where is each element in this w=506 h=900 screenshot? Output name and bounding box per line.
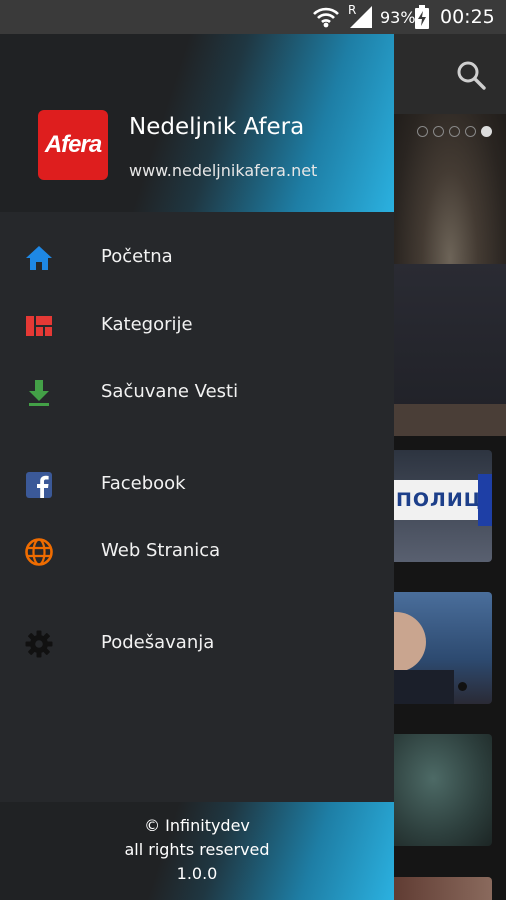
drawer-website-url: www.nedeljnikafera.net [129, 161, 318, 180]
app-version: 1.0.0 [176, 864, 218, 883]
download-icon [24, 378, 54, 408]
menu-item-label: Početna [101, 246, 173, 267]
menu-item-label: Kategorije [101, 314, 193, 335]
navigation-drawer: Afera Nedeljnik Afera www.nedeljnikafera… [0, 34, 394, 900]
menu-item-label: Podešavanja [101, 632, 215, 653]
status-bar: R 93% 00:25 [0, 0, 506, 34]
clock-time: 00:25 [440, 6, 495, 28]
app-logo: Afera [38, 110, 108, 180]
drawer-footer: © Infinitydev all rights reserved 1.0.0 [0, 802, 394, 900]
menu-item-label: Web Stranica [101, 540, 221, 561]
featured-news-image[interactable] [394, 114, 506, 436]
drawer-header: Afera Nedeljnik Afera www.nedeljnikafera… [0, 34, 394, 212]
search-button[interactable] [454, 58, 488, 92]
battery-percent: 93% [380, 7, 416, 27]
carousel-dot [417, 126, 428, 137]
globe-icon [24, 537, 54, 567]
battery-charging-icon [415, 0, 429, 34]
news-card-thumbnail[interactable] [394, 877, 492, 900]
search-icon [457, 61, 486, 90]
news-card-thumbnail[interactable] [394, 592, 492, 704]
facebook-icon [24, 470, 54, 500]
news-card-thumbnail[interactable]: ПОЛИЦИЈА [394, 450, 492, 562]
menu-item-facebook[interactable]: Facebook [0, 454, 394, 514]
menu-item-categories[interactable]: Kategorije [0, 295, 394, 355]
home-icon [24, 243, 54, 273]
carousel-dot-active [481, 126, 492, 137]
wifi-icon [312, 0, 340, 34]
police-sign-text: ПОЛИЦИЈА [394, 480, 486, 520]
menu-item-saved-news[interactable]: Sačuvane Vesti [0, 362, 394, 422]
logo-text: Afera [44, 131, 102, 158]
signal-label: R [348, 3, 357, 17]
cell-signal-icon: R [346, 0, 374, 34]
menu-item-website[interactable]: Web Stranica [0, 521, 394, 581]
carousel-indicators [417, 126, 492, 137]
drawer-title: Nedeljnik Afera [129, 114, 305, 140]
news-card-thumbnail[interactable] [394, 734, 492, 846]
carousel-dot [433, 126, 444, 137]
categories-icon [24, 311, 54, 341]
menu-item-home[interactable]: Početna [0, 227, 394, 287]
settings-icon [24, 629, 54, 659]
carousel-dot [465, 126, 476, 137]
footer-copyright: © Infinitydev [144, 816, 250, 835]
carousel-dot [449, 126, 460, 137]
footer-rights: all rights reserved [124, 840, 270, 859]
menu-item-label: Sačuvane Vesti [101, 381, 239, 402]
menu-item-settings[interactable]: Podešavanja [0, 613, 394, 673]
menu-item-label: Facebook [101, 473, 186, 494]
